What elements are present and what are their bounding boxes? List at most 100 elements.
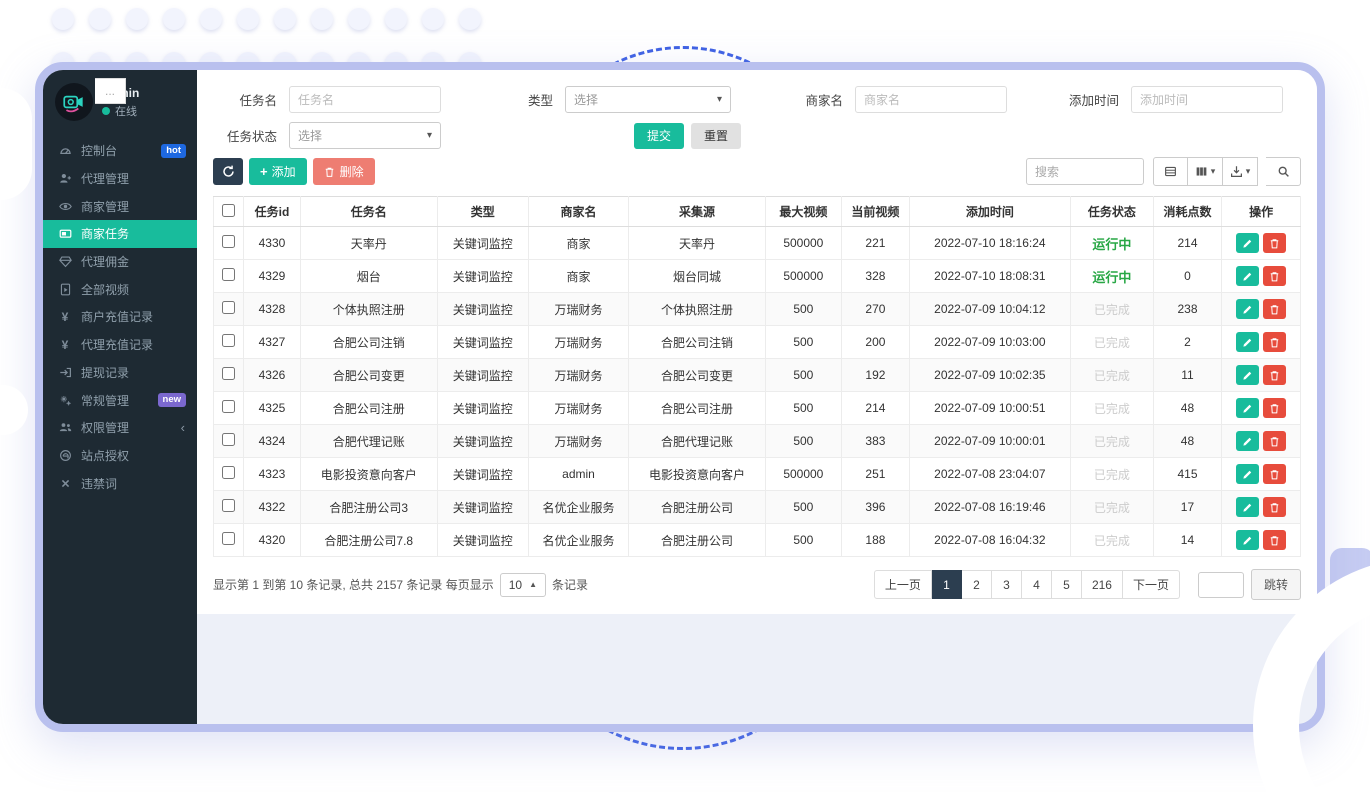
row-checkbox[interactable]: [222, 334, 235, 347]
search-button[interactable]: [1266, 157, 1301, 186]
refresh-button[interactable]: [213, 158, 243, 185]
cell-current-videos: 192: [842, 359, 910, 392]
per-page-select[interactable]: 10 ▲: [500, 573, 546, 597]
jump-page-input[interactable]: [1198, 572, 1244, 598]
edit-button[interactable]: [1236, 497, 1259, 517]
sidebar-item-agent-recharge[interactable]: ¥代理充值记录: [43, 331, 197, 359]
page-button-4[interactable]: 4: [1022, 570, 1052, 599]
sidebar-item-agent-commission[interactable]: 代理佣金: [43, 248, 197, 276]
add-time-input[interactable]: [1131, 86, 1283, 113]
page-button-1[interactable]: 1: [932, 570, 962, 599]
user-status: 在线: [102, 103, 139, 119]
row-checkbox[interactable]: [222, 268, 235, 281]
edit-button[interactable]: [1236, 464, 1259, 484]
row-checkbox[interactable]: [222, 235, 235, 248]
row-checkbox[interactable]: [222, 532, 235, 545]
sidebar-item-permissions[interactable]: 权限管理‹: [43, 414, 197, 442]
next-page-button[interactable]: 下一页: [1123, 570, 1180, 599]
row-checkbox[interactable]: [222, 499, 235, 512]
task-name-label: 任务名: [213, 90, 277, 109]
delete-row-button[interactable]: [1263, 332, 1286, 352]
sidebar-item-label: 控制台: [81, 142, 117, 159]
decor-blob: [0, 88, 32, 200]
export-button[interactable]: ▾: [1223, 157, 1258, 186]
prev-page-button[interactable]: 上一页: [874, 570, 932, 599]
cell-actions: [1222, 524, 1301, 557]
jump-button[interactable]: 跳转: [1251, 569, 1301, 600]
type-label: 类型: [489, 90, 553, 109]
cell-max-videos: 500: [765, 293, 842, 326]
add-button[interactable]: +添加: [249, 158, 307, 185]
type-select[interactable]: 选择 ▾: [565, 86, 731, 113]
edit-button[interactable]: [1236, 266, 1259, 286]
sidebar-item-all-videos[interactable]: 全部视频: [43, 275, 197, 303]
search-input[interactable]: [1026, 158, 1144, 185]
edit-button[interactable]: [1236, 299, 1259, 319]
trash-icon: [1269, 238, 1280, 249]
cell-source: 合肥代理记账: [629, 425, 765, 458]
select-all-checkbox[interactable]: [222, 204, 235, 217]
sidebar-item-banned-words[interactable]: 违禁词: [43, 469, 197, 497]
edit-button[interactable]: [1236, 233, 1259, 253]
cell-type: 关键词监控: [437, 326, 528, 359]
edit-button[interactable]: [1236, 332, 1259, 352]
cell-task-name: 合肥代理记账: [300, 425, 437, 458]
table-body: 4330天率丹关键词监控商家天率丹5000002212022-07-10 18:…: [214, 227, 1301, 557]
delete-row-button[interactable]: [1263, 266, 1286, 286]
row-checkbox[interactable]: [222, 466, 235, 479]
delete-row-button[interactable]: [1263, 398, 1286, 418]
row-checkbox[interactable]: [222, 433, 235, 446]
delete-row-button[interactable]: [1263, 530, 1286, 550]
filter-form: 任务名 类型 选择 ▾ 商家名: [213, 86, 1301, 149]
row-checkbox[interactable]: [222, 301, 235, 314]
task-name-input[interactable]: [289, 86, 441, 113]
reset-button[interactable]: 重置: [691, 123, 741, 149]
merchant-name-input[interactable]: [855, 86, 1007, 113]
cell-source: 合肥公司变更: [629, 359, 765, 392]
decor-dot: [163, 8, 185, 30]
cell-points: 214: [1153, 227, 1222, 260]
row-checkbox-cell: [214, 458, 244, 491]
row-checkbox[interactable]: [222, 367, 235, 380]
edit-button[interactable]: [1236, 365, 1259, 385]
page-button-216[interactable]: 216: [1082, 570, 1123, 599]
row-checkbox[interactable]: [222, 400, 235, 413]
sidebar-item-general-manage[interactable]: 常规管理new: [43, 386, 197, 414]
task-status-select[interactable]: 选择 ▾: [289, 122, 441, 149]
decor-dot: [274, 8, 296, 30]
cell-max-videos: 500000: [765, 260, 842, 293]
delete-row-button[interactable]: [1263, 464, 1286, 484]
delete-row-button[interactable]: [1263, 365, 1286, 385]
pencil-icon: [1242, 535, 1253, 546]
delete-row-button[interactable]: [1263, 233, 1286, 253]
edit-button[interactable]: [1236, 530, 1259, 550]
delete-row-button[interactable]: [1263, 497, 1286, 517]
sidebar-item-merchant-tasks[interactable]: 商家任务: [43, 220, 197, 248]
cell-actions: [1222, 260, 1301, 293]
delete-row-button[interactable]: [1263, 299, 1286, 319]
sidebar-item-site-auth[interactable]: 站点授权: [43, 442, 197, 470]
sidebar-item-agents[interactable]: 代理管理: [43, 165, 197, 193]
sidebar-item-merchants[interactable]: 商家管理: [43, 192, 197, 220]
columns-button[interactable]: ▾: [1188, 157, 1223, 186]
row-checkbox-cell: [214, 359, 244, 392]
avatar[interactable]: [55, 83, 93, 121]
sidebar-item-merchant-recharge[interactable]: ¥商户充值记录: [43, 303, 197, 331]
page-button-5[interactable]: 5: [1052, 570, 1082, 599]
edit-button[interactable]: [1236, 398, 1259, 418]
toggle-view-button[interactable]: [1153, 157, 1188, 186]
cell-add-time: 2022-07-09 10:02:35: [909, 359, 1070, 392]
trash-icon: [1269, 502, 1280, 513]
page-button-3[interactable]: 3: [992, 570, 1022, 599]
dashboard-icon: [58, 144, 72, 158]
page-button-2[interactable]: 2: [962, 570, 992, 599]
sidebar-item-withdraw-records[interactable]: 提现记录: [43, 359, 197, 387]
delete-button[interactable]: 删除: [313, 158, 375, 185]
edit-button[interactable]: [1236, 431, 1259, 451]
submit-button[interactable]: 提交: [634, 123, 684, 149]
cell-source: 个体执照注册: [629, 293, 765, 326]
sidebar-item-console[interactable]: 控制台hot: [43, 137, 197, 165]
cell-task-name: 个体执照注册: [300, 293, 437, 326]
video-file-icon: [58, 282, 72, 296]
delete-row-button[interactable]: [1263, 431, 1286, 451]
